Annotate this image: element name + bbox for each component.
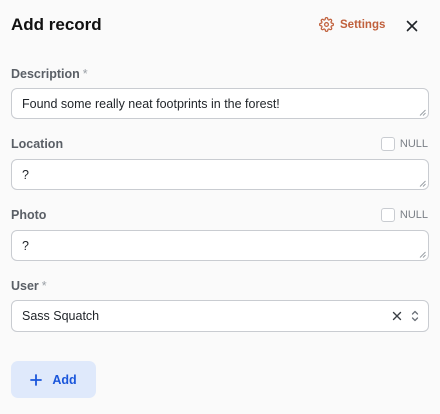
gear-icon bbox=[319, 17, 334, 32]
required-marker: * bbox=[41, 279, 47, 293]
add-button[interactable]: Add bbox=[11, 361, 96, 398]
description-label: Description * bbox=[11, 67, 88, 81]
description-value: Found some really neat footprints in the… bbox=[22, 97, 280, 111]
chevron-up-down-icon[interactable] bbox=[410, 309, 420, 323]
close-icon bbox=[404, 18, 420, 34]
panel-title: Add record bbox=[11, 15, 102, 34]
add-button-label: Add bbox=[52, 372, 77, 387]
clear-icon[interactable] bbox=[391, 310, 403, 322]
location-null-toggle[interactable]: NULL bbox=[380, 137, 428, 151]
photo-null-checkbox[interactable] bbox=[380, 208, 395, 222]
photo-null-toggle[interactable]: NULL bbox=[380, 208, 428, 222]
resize-handle-icon[interactable] bbox=[419, 109, 426, 116]
location-null-label: NULL bbox=[399, 138, 428, 150]
photo-null-label: NULL bbox=[399, 209, 428, 221]
photo-value: ? bbox=[22, 239, 29, 253]
location-null-checkbox[interactable] bbox=[380, 137, 395, 151]
description-label-text: Description bbox=[11, 67, 80, 81]
settings-button[interactable]: Settings bbox=[319, 17, 385, 32]
close-button[interactable] bbox=[404, 18, 420, 34]
photo-label: Photo bbox=[11, 208, 47, 222]
description-field[interactable]: Found some really neat footprints in the… bbox=[11, 88, 429, 119]
resize-handle-icon[interactable] bbox=[419, 251, 426, 258]
location-value: ? bbox=[22, 168, 29, 182]
location-label: Location bbox=[11, 137, 64, 151]
settings-label: Settings bbox=[340, 18, 386, 31]
add-record-panel: Add record Settings Description * Found s… bbox=[0, 0, 440, 414]
plus-icon bbox=[30, 373, 43, 386]
required-marker: * bbox=[82, 67, 88, 81]
photo-field[interactable]: ? bbox=[11, 230, 429, 261]
location-field[interactable]: ? bbox=[11, 159, 429, 190]
user-label: User * bbox=[11, 279, 47, 293]
panel-header: Add record Settings bbox=[0, 0, 440, 52]
user-label-text: User bbox=[11, 279, 39, 293]
user-select-value: Sass Squatch bbox=[22, 309, 100, 323]
resize-handle-icon[interactable] bbox=[419, 180, 426, 187]
user-select[interactable]: Sass Squatch bbox=[11, 300, 429, 332]
